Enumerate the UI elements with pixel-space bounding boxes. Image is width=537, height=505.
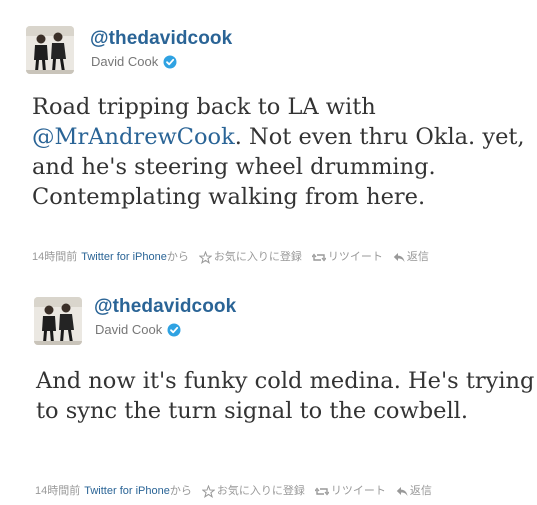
timestamp[interactable]: 14時間前 [32,250,77,264]
retweet-button[interactable]: リツイート [314,484,386,498]
tweet-text: Road tripping back to LA with @MrAndrewC… [32,92,537,212]
favorite-label: お気に入りに登録 [213,251,302,263]
reply-label: 返信 [406,251,429,263]
star-icon [201,484,215,498]
reply-icon [393,252,405,262]
display-name[interactable]: David Cook [91,54,158,70]
reply-label: 返信 [409,485,432,497]
source-link[interactable]: Twitter for iPhone [81,250,167,264]
verified-badge-icon [163,55,177,69]
tweet-text: And now it's funky cold medina. He's try… [36,368,535,424]
favorite-button[interactable]: お気に入りに登録 [201,484,305,498]
tweet-meta: 14時間前 Twitter for iPhone から お気に入りに登録 リツイ… [35,484,442,498]
user-handle[interactable]: @thedavidcook [90,28,232,50]
retweet-icon [311,253,326,261]
favorite-label: お気に入りに登録 [216,485,305,497]
retweet-icon [314,487,329,495]
reply-button[interactable]: 返信 [393,250,429,264]
star-icon [198,250,212,264]
retweet-label: リツイート [327,251,383,263]
retweet-button[interactable]: リツイート [311,250,383,264]
mention-link[interactable]: @MrAndrewCook [32,124,235,150]
source-suffix: から [166,251,189,263]
name-row: David Cook [91,54,177,70]
avatar[interactable] [26,26,74,74]
tweet-card: @thedavidcook David Cook Road tripping b… [0,0,537,280]
verified-badge-icon [167,323,181,337]
tweet-text-before: Road tripping back to LA with [32,94,376,120]
reply-button[interactable]: 返信 [396,484,432,498]
favorite-button[interactable]: お気に入りに登録 [198,250,302,264]
reply-icon [396,486,408,496]
source-suffix: から [169,485,192,497]
name-row: David Cook [95,322,181,338]
display-name[interactable]: David Cook [95,322,162,338]
retweet-label: リツイート [330,485,386,497]
user-handle[interactable]: @thedavidcook [94,296,236,318]
tweet-meta: 14時間前 Twitter for iPhone から お気に入りに登録 リツイ… [32,250,439,264]
tweet-card: @thedavidcook David Cook And now it's fu… [0,280,537,505]
avatar[interactable] [34,297,82,345]
source-link[interactable]: Twitter for iPhone [84,484,170,498]
timestamp[interactable]: 14時間前 [35,484,80,498]
